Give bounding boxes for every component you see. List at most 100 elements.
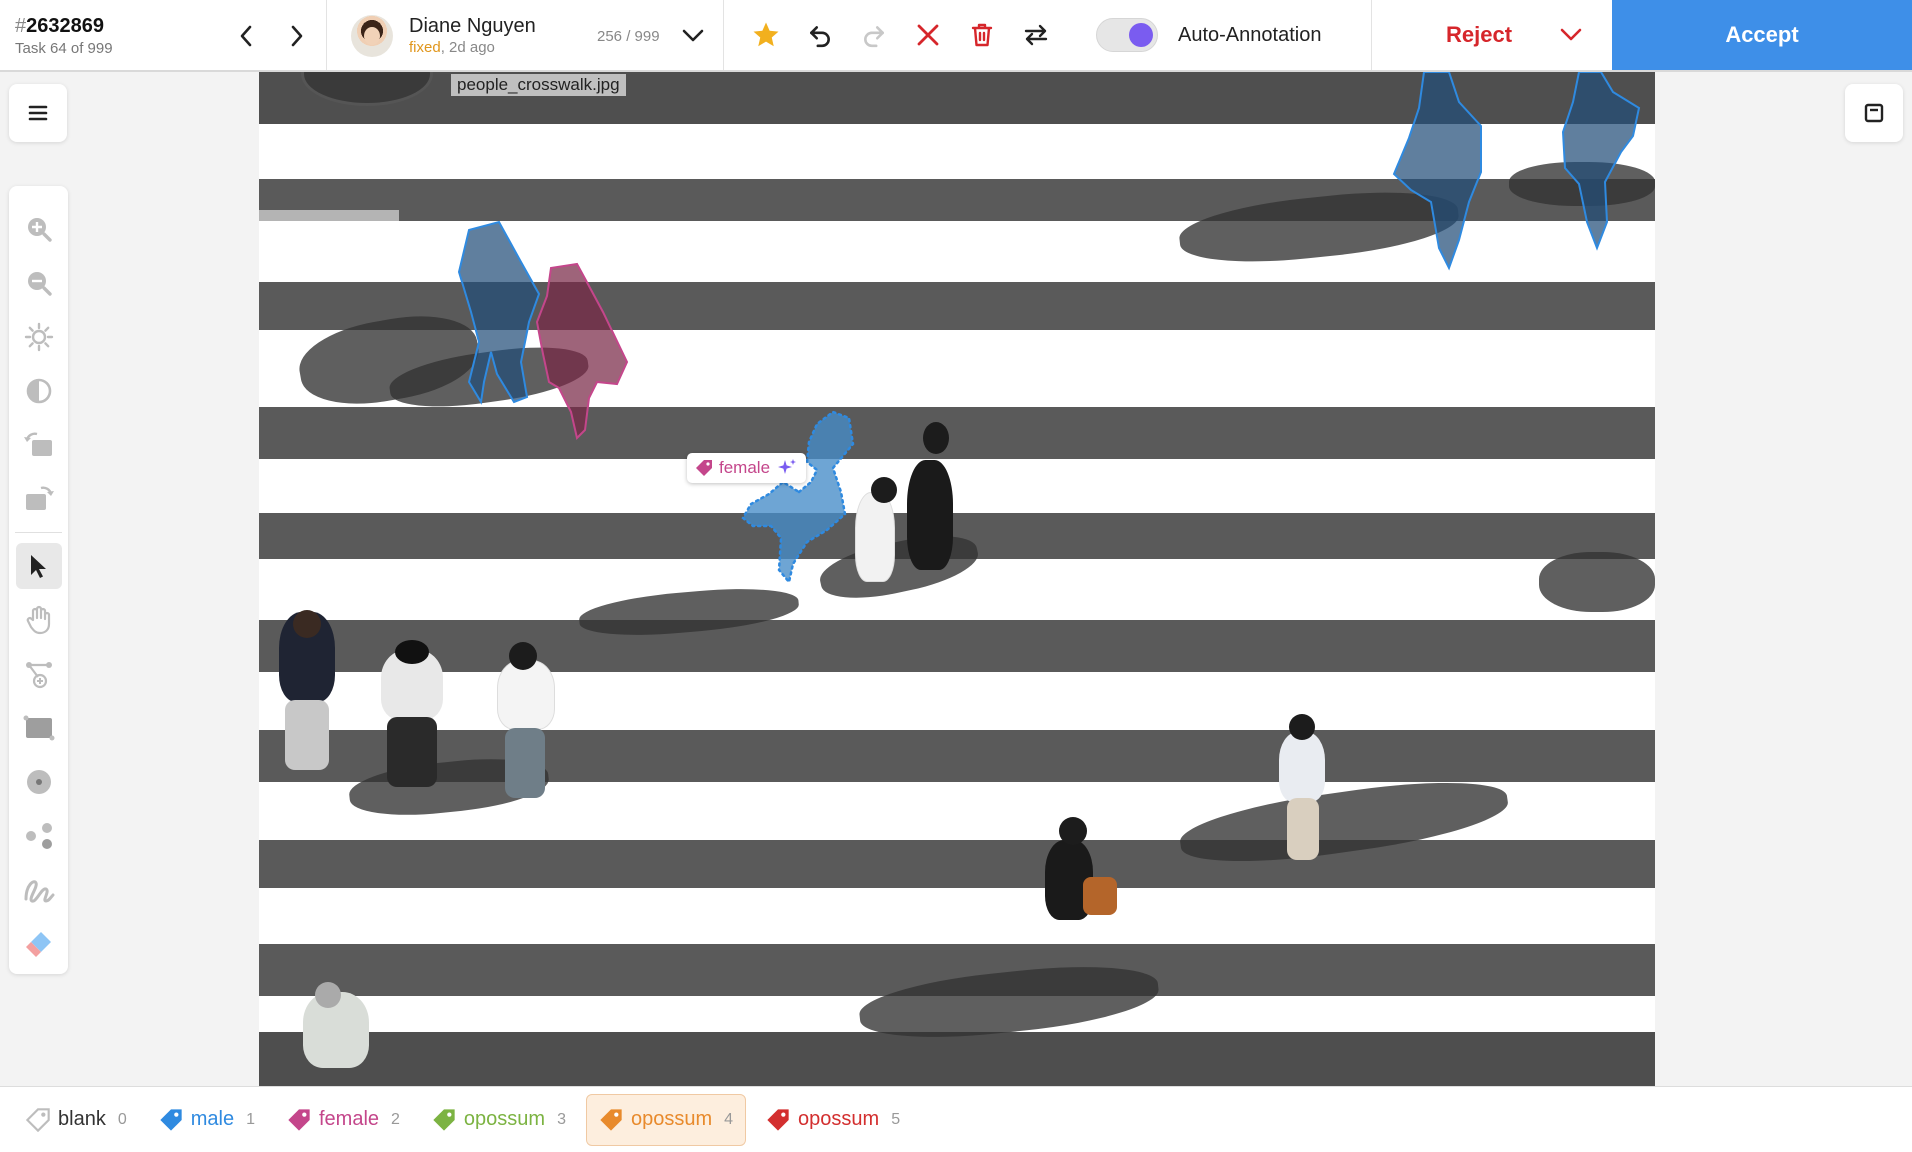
accept-label: Accept	[1725, 22, 1799, 47]
annotations-dropdown-button[interactable]	[677, 20, 709, 52]
rectangle-tool[interactable]	[9, 701, 68, 755]
label-hotkey: 2	[391, 1110, 400, 1128]
auto-annotation-toggle[interactable]	[1096, 18, 1158, 52]
reject-label: Reject	[1446, 22, 1513, 47]
contrast-icon	[26, 378, 51, 404]
label-blank[interactable]: blank 0	[14, 1094, 139, 1146]
star-button[interactable]	[744, 13, 788, 57]
annotation-label-tag[interactable]: female	[687, 453, 807, 483]
female-mask[interactable]	[535, 262, 629, 440]
label-hotkey: 3	[557, 1110, 566, 1128]
task-info: #2632869 Task 64 of 999	[0, 0, 327, 70]
tool-palette	[9, 186, 68, 974]
label-hotkey: 5	[891, 1110, 901, 1128]
annotator-name: Diane Nguyen	[409, 15, 536, 37]
undo-icon	[810, 26, 830, 48]
previous-task-button[interactable]	[230, 20, 262, 52]
label-hotkey: 0	[117, 1110, 127, 1128]
tag-icon	[288, 1108, 310, 1131]
zoom-out-tool[interactable]	[9, 256, 68, 310]
auto-annotation-label: Auto-Annotation	[1178, 23, 1322, 46]
tag-icon	[767, 1108, 789, 1131]
zoom-out-icon	[27, 272, 52, 296]
label-opossum-3[interactable]: opossum 3	[420, 1094, 578, 1146]
male-mask[interactable]	[457, 220, 541, 405]
star-icon	[753, 22, 779, 47]
eraser-tool[interactable]	[9, 917, 68, 971]
brush-icon	[24, 880, 54, 903]
pan-tool[interactable]	[9, 593, 68, 647]
rotate-right-icon	[25, 486, 54, 510]
reset-button[interactable]	[906, 13, 950, 57]
label-name: female	[318, 1108, 380, 1130]
brush-tool[interactable]	[9, 863, 68, 917]
tag-icon	[160, 1108, 182, 1131]
tag-icon	[600, 1108, 622, 1131]
contrast-tool[interactable]	[9, 364, 68, 418]
label-name: opossum	[798, 1108, 880, 1130]
menu-button[interactable]	[9, 84, 67, 142]
label-female[interactable]: female 2	[275, 1094, 412, 1146]
ellipse-icon	[26, 770, 51, 794]
chevron-down-icon	[682, 29, 704, 42]
reject-button[interactable]: Reject	[1372, 0, 1612, 70]
keypoints-icon	[25, 823, 52, 849]
annotation-status: fixed, 2d ago	[409, 39, 495, 56]
eraser-icon	[25, 932, 51, 957]
rotate-left-tool[interactable]	[9, 418, 68, 472]
side-panel-button[interactable]	[1845, 84, 1903, 142]
chevron-left-icon	[240, 25, 252, 47]
rectangle-icon	[23, 715, 54, 741]
label-name: opossum	[630, 1108, 713, 1130]
brightness-icon	[24, 322, 53, 352]
swap-button[interactable]	[1014, 13, 1058, 57]
annotation-counter: 256 / 999	[597, 28, 660, 45]
trash-icon	[971, 23, 993, 47]
accept-button[interactable]: Accept	[1612, 0, 1912, 70]
chevron-right-icon	[291, 25, 303, 47]
male-mask[interactable]	[1561, 72, 1641, 251]
hand-icon	[26, 605, 50, 635]
top-bar: #2632869 Task 64 of 999 Diane Nguyen fix…	[0, 0, 1912, 72]
select-tool[interactable]	[9, 539, 68, 593]
label-bar: blank 0 male 1 female 2 opossum 3 opossu…	[0, 1086, 1912, 1152]
image-filename: people_crosswalk.jpg	[451, 74, 626, 96]
label-opossum-4[interactable]: opossum 4	[585, 1093, 747, 1146]
panel-icon	[1864, 103, 1884, 123]
hamburger-icon	[28, 105, 48, 121]
polygon-icon	[25, 662, 52, 689]
annotation-label-text: female	[719, 458, 771, 477]
delete-button[interactable]	[960, 13, 1004, 57]
annotator-info: Diane Nguyen fixed, 2d ago 256 / 999	[327, 0, 724, 70]
redo-button[interactable]	[852, 13, 896, 57]
close-icon	[917, 24, 939, 46]
label-hotkey: 4	[724, 1110, 734, 1128]
task-id: #2632869	[15, 15, 104, 37]
zoom-in-tool[interactable]	[9, 202, 68, 256]
label-male[interactable]: male 1	[147, 1094, 267, 1146]
rotate-right-tool[interactable]	[9, 472, 68, 526]
overlay-strip	[259, 210, 399, 228]
keypoint-tool[interactable]	[9, 809, 68, 863]
male-mask[interactable]	[1392, 72, 1482, 271]
brightness-tool[interactable]	[9, 310, 68, 364]
label-name: opossum	[463, 1108, 546, 1130]
label-name: male	[190, 1108, 235, 1130]
ellipse-tool[interactable]	[9, 755, 68, 809]
redo-icon	[864, 26, 884, 48]
annotation-overlay	[457, 72, 1641, 585]
sparkle-icon	[778, 459, 797, 474]
chevron-down-icon[interactable]	[1560, 28, 1582, 42]
undo-button[interactable]	[798, 13, 842, 57]
tag-icon	[26, 1107, 50, 1132]
tag-icon	[696, 460, 712, 476]
rotate-left-icon	[23, 432, 52, 456]
polygon-tool[interactable]	[9, 647, 68, 701]
next-task-button[interactable]	[281, 20, 313, 52]
annotation-canvas[interactable]	[259, 72, 1655, 1086]
toolbar-divider	[15, 532, 62, 533]
label-hotkey: 1	[246, 1110, 255, 1128]
selected-female-mask[interactable]	[741, 410, 855, 585]
history-toolbar	[724, 0, 1060, 70]
label-opossum-5[interactable]: opossum 5	[754, 1094, 912, 1146]
